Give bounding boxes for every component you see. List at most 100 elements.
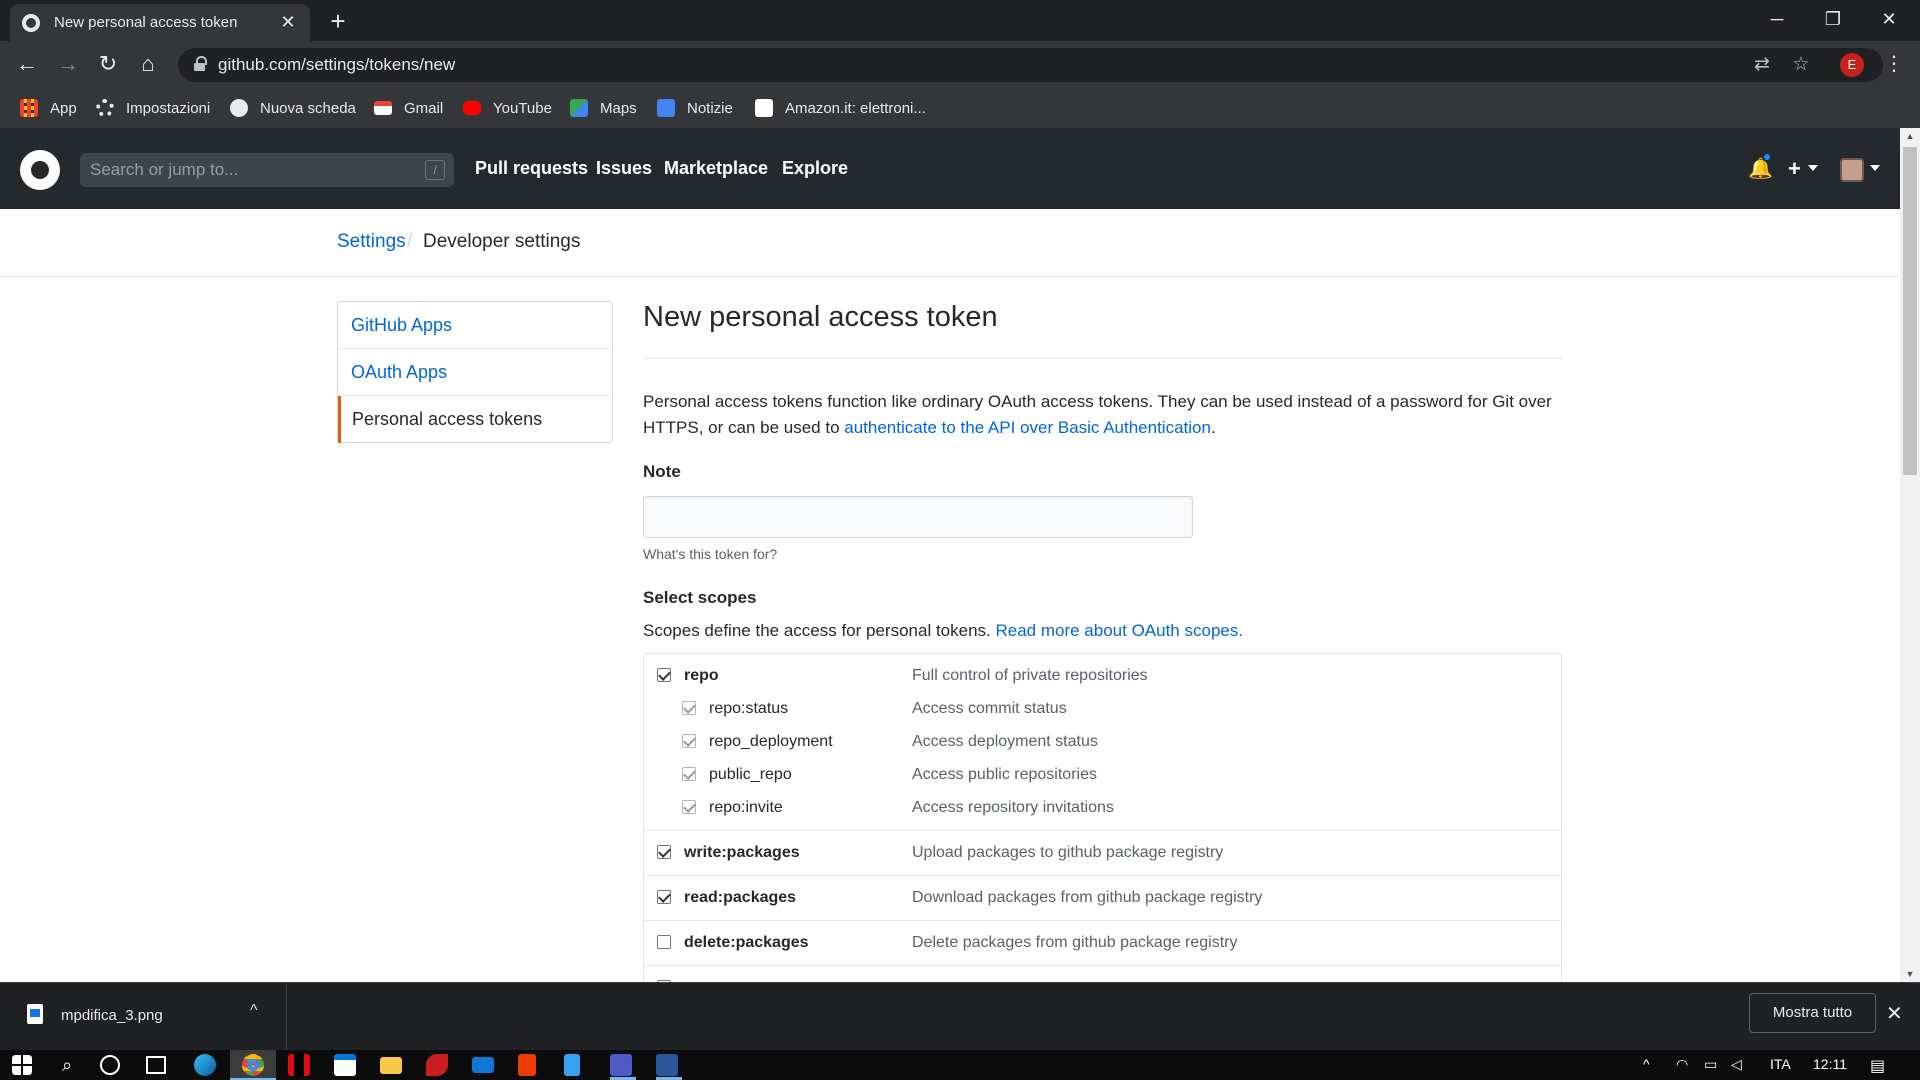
github-search-input[interactable]: Search or jump to... / xyxy=(80,153,454,187)
minimize-button[interactable]: ─ xyxy=(1749,0,1805,41)
word-icon[interactable] xyxy=(656,1054,678,1076)
scope-checkbox-delete-packages[interactable] xyxy=(657,935,671,949)
tab-close-icon[interactable]: ✕ xyxy=(278,12,298,33)
download-item[interactable]: mpdifica_3.png ^ xyxy=(0,983,287,1051)
tray-overflow-chevron-icon[interactable]: ^ xyxy=(1643,1056,1650,1072)
bookmark-notizie[interactable]: Notizie xyxy=(657,97,733,119)
scope-checkbox-write-packages[interactable] xyxy=(657,845,671,859)
translate-icon[interactable]: ⇄ xyxy=(1750,53,1774,77)
netflix-icon[interactable] xyxy=(288,1054,310,1076)
scroll-down-arrow-icon[interactable]: ▼ xyxy=(1900,966,1920,982)
bookmark-youtube[interactable]: YouTube xyxy=(463,97,552,119)
scope-checkbox-repo-deployment[interactable] xyxy=(682,734,696,748)
menu-item-oauth-apps[interactable]: OAuth Apps xyxy=(338,349,612,396)
bookmark-impostazioni[interactable]: Impostazioni xyxy=(96,97,210,119)
url-text[interactable]: github.com/settings/tokens/new xyxy=(218,55,455,75)
nav-pull-requests[interactable]: Pull requests xyxy=(475,158,588,179)
scope-checkbox-repo-invite[interactable] xyxy=(682,800,696,814)
new-tab-button[interactable]: + xyxy=(324,7,352,35)
nav-marketplace[interactable]: Marketplace xyxy=(664,158,768,179)
bookmark-star-icon[interactable]: ☆ xyxy=(1789,53,1813,77)
file-explorer-icon[interactable] xyxy=(380,1057,402,1074)
menu-item-personal-access-tokens[interactable]: Personal access tokens xyxy=(338,396,612,443)
task-view-icon[interactable] xyxy=(146,1056,166,1074)
restore-button[interactable]: ❐ xyxy=(1805,0,1861,41)
cortana-icon[interactable] xyxy=(100,1055,120,1075)
menu-item-github-apps[interactable]: GitHub Apps xyxy=(338,302,612,349)
wifi-icon[interactable]: ◠ xyxy=(1676,1056,1688,1073)
window-close-button[interactable]: ✕ xyxy=(1861,0,1917,41)
scrollbar-thumb[interactable] xyxy=(1903,147,1917,475)
language-indicator[interactable]: ITA xyxy=(1770,1056,1791,1072)
note-input[interactable] xyxy=(643,496,1193,538)
breadcrumb-settings-link[interactable]: Settings xyxy=(337,231,406,253)
tab-title: New personal access token xyxy=(54,14,238,31)
scope-name: repo:status xyxy=(709,700,789,717)
chrome-icon[interactable] xyxy=(242,1054,264,1076)
scope-checkbox-read-packages[interactable] xyxy=(657,890,671,904)
clock[interactable]: 12:11 xyxy=(1813,1056,1847,1072)
mail-icon[interactable] xyxy=(472,1057,494,1073)
scope-description: Full control of private repositories xyxy=(912,667,1148,684)
scope-checkbox-public-repo[interactable] xyxy=(682,767,696,781)
github-header: Search or jump to... / Pull requests Iss… xyxy=(0,128,1900,209)
reload-icon[interactable]: ↻ xyxy=(93,49,123,79)
scope-name: read:packages xyxy=(684,889,797,906)
lock-icon xyxy=(194,56,207,71)
browser-menu-icon[interactable]: ⋮ xyxy=(1884,49,1904,79)
bookmark-label: Amazon.it: elettroni... xyxy=(785,99,926,117)
notepad-icon[interactable] xyxy=(564,1054,580,1076)
scope-row: repo:invite Access repository invitation… xyxy=(644,792,1561,825)
volume-icon[interactable]: ◁ xyxy=(1731,1056,1742,1073)
scope-row: write:packages Upload packages to github… xyxy=(644,837,1561,870)
bookmark-gmail[interactable]: Gmail xyxy=(374,97,443,119)
nav-explore[interactable]: Explore xyxy=(782,158,848,179)
forward-icon[interactable]: → xyxy=(53,49,83,79)
download-bar-close-icon[interactable]: ✕ xyxy=(1886,1001,1903,1026)
create-new-plus-icon[interactable]: + xyxy=(1788,156,1801,182)
user-menu-caret-icon[interactable] xyxy=(1870,165,1880,171)
create-new-caret-icon[interactable] xyxy=(1808,165,1818,171)
page-scrollbar[interactable]: ▲ ▼ xyxy=(1900,128,1920,982)
basic-auth-link[interactable]: authenticate to the API over Basic Authe… xyxy=(844,418,1211,437)
action-center-icon[interactable]: ▤ xyxy=(1870,1056,1885,1076)
user-avatar[interactable] xyxy=(1840,158,1864,182)
bookmark-label: YouTube xyxy=(493,99,552,117)
bookmark-app[interactable]: App xyxy=(20,97,77,119)
bookmark-label: Nuova scheda xyxy=(260,99,356,117)
address-bar[interactable]: github.com/settings/tokens/new ⇄ ☆ xyxy=(178,48,1883,82)
scope-description: Access deployment status xyxy=(912,733,1098,750)
battery-icon[interactable]: ▭ xyxy=(1704,1056,1717,1073)
globe-icon xyxy=(230,99,248,117)
nav-issues[interactable]: Issues xyxy=(596,158,652,179)
download-options-chevron-icon[interactable]: ^ xyxy=(250,1002,258,1020)
github-logo-icon[interactable] xyxy=(20,150,60,190)
back-icon[interactable]: ← xyxy=(12,49,42,79)
scope-description: Download packages from github package re… xyxy=(912,889,1263,906)
search-icon[interactable]: ⌕ xyxy=(54,1053,80,1077)
browser-tab[interactable]: New personal access token ✕ xyxy=(10,4,310,41)
bookmark-maps[interactable]: Maps xyxy=(570,97,637,119)
store-icon[interactable] xyxy=(334,1054,356,1076)
home-icon[interactable]: ⌂ xyxy=(133,49,163,79)
oauth-scopes-link[interactable]: Read more about OAuth scopes. xyxy=(995,621,1243,640)
scope-checkbox-repo-status[interactable] xyxy=(682,701,696,715)
bookmarks-bar: App Impostazioni Nuova scheda Gmail YouT… xyxy=(0,88,1920,128)
app-icon[interactable] xyxy=(426,1054,448,1076)
edge-icon[interactable] xyxy=(194,1054,216,1076)
teams-icon[interactable] xyxy=(610,1054,632,1076)
scope-row: repo Full control of private repositorie… xyxy=(644,660,1561,693)
windows-start-icon[interactable] xyxy=(12,1055,32,1075)
scope-description: Delete packages from github package regi… xyxy=(912,934,1238,951)
office-icon[interactable] xyxy=(518,1054,536,1076)
github-favicon-icon xyxy=(22,13,40,32)
bookmark-amazon[interactable]: Amazon.it: elettroni... xyxy=(755,97,926,119)
scope-checkbox-repo[interactable] xyxy=(657,668,671,682)
scope-row: repo_deployment Access deployment status xyxy=(644,726,1561,759)
show-all-downloads-button[interactable]: Mostra tutto xyxy=(1749,993,1876,1033)
download-bar: mpdifica_3.png ^ Mostra tutto ✕ xyxy=(0,982,1920,1051)
scroll-up-arrow-icon[interactable]: ▲ xyxy=(1900,128,1920,144)
bookmark-nuova-scheda[interactable]: Nuova scheda xyxy=(230,97,356,119)
developer-settings-menu: GitHub Apps OAuth Apps Personal access t… xyxy=(337,301,613,443)
profile-avatar[interactable]: E xyxy=(1840,53,1864,77)
